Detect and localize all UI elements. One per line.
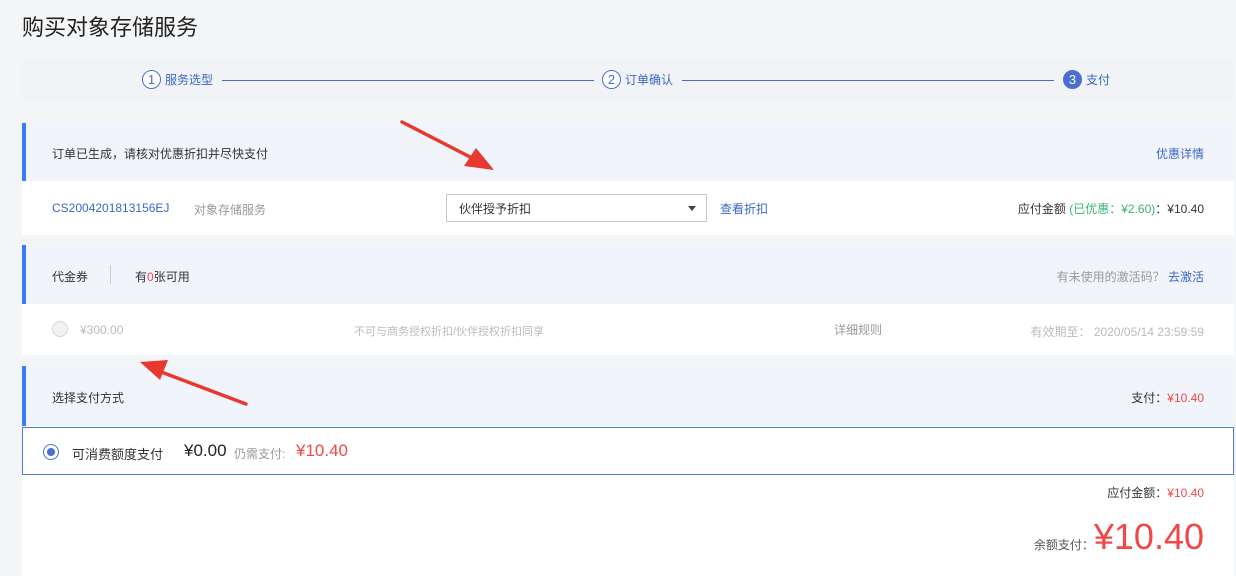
order-id-link[interactable]: CS2004201813156EJ: [52, 201, 169, 215]
summary-balance: 余额支付：¥10.40: [1033, 516, 1204, 557]
step-1: 1 服务选型: [142, 70, 213, 89]
payment-method-balance: ¥0.00: [184, 441, 227, 460]
step-3-label: 支付: [1086, 73, 1111, 87]
voucher-item: ¥300.00 不可与商务授权折扣/伙伴授权折扣同享 详细规则 有效期至： 20…: [22, 304, 1234, 355]
page-title: 购买对象存储服务: [22, 15, 199, 40]
discount-select-value: 伙伴授予折扣: [459, 201, 532, 216]
order-card-header: 订单已生成，请核对优惠折扣并尽快支付 优惠详情: [22, 123, 1234, 181]
balance-amount: ¥10.40: [1093, 516, 1204, 557]
view-discount-link[interactable]: 查看折扣: [720, 200, 768, 217]
step-3: 3 支付: [1063, 70, 1110, 89]
payment-method-radio[interactable]: [43, 444, 59, 460]
payment-card: 选择支付方式 支付：¥10.40 可消费额度支付 ¥0.00 仍需支付: ¥10…: [22, 366, 1234, 576]
step-connector-2: [682, 80, 1054, 81]
voucher-available: 有0张可用: [135, 270, 190, 284]
order-payable-amount: ¥10.40: [1167, 202, 1204, 216]
step-1-label: 服务选型: [165, 73, 214, 87]
voucher-desc: 不可与商务授权折扣/伙伴授权折扣同享: [354, 326, 545, 338]
activation-hint: 有未使用的激活码？ 去激活: [1056, 270, 1204, 284]
step-3-number: 3: [1063, 70, 1082, 89]
voucher-card: 代金券 有0张可用 有未使用的激活码？ 去激活 ¥300.00 不可与商务授权折…: [22, 245, 1234, 355]
activate-link[interactable]: 去激活: [1168, 270, 1204, 284]
discount-select[interactable]: 伙伴授予折扣: [446, 194, 707, 222]
voucher-expiry: 有效期至： 2020/05/14 23:59:59: [1030, 325, 1204, 339]
summary-payable: 应付金额：¥10.40: [1107, 486, 1204, 500]
voucher-radio[interactable]: [52, 321, 68, 337]
service-name: 对象存储服务: [194, 203, 267, 217]
step-1-number: 1: [142, 70, 161, 89]
payment-total: 支付：¥10.40: [1131, 391, 1204, 405]
discount-detail-link[interactable]: 优惠详情: [1156, 145, 1204, 162]
still-need-amount: ¥10.40: [296, 441, 348, 460]
order-card: 订单已生成，请核对优惠折扣并尽快支付 优惠详情 CS2004201813156E…: [22, 123, 1234, 235]
step-2-number: 2: [602, 70, 621, 89]
order-row: CS2004201813156EJ 对象存储服务 伙伴授予折扣 查看折扣 应付金…: [22, 181, 1234, 235]
divider: [110, 265, 111, 284]
chevron-down-icon: [688, 206, 696, 211]
payment-method-option[interactable]: 可消费额度支付 ¥0.00 仍需支付: ¥10.40: [22, 427, 1234, 475]
voucher-amount: ¥300.00: [80, 323, 124, 337]
voucher-card-header: 代金券 有0张可用 有未使用的激活码？ 去激活: [22, 245, 1234, 304]
still-need-label: 仍需支付:: [234, 447, 286, 461]
step-2-label: 订单确认: [625, 73, 674, 87]
step-2: 2 订单确认: [602, 70, 673, 89]
order-payable: 应付金额 (已优惠：¥2.60)：¥10.40: [1017, 202, 1204, 216]
payment-method-label: 可消费额度支付: [72, 447, 164, 462]
step-connector-1: [222, 80, 594, 81]
payment-card-header: 选择支付方式 支付：¥10.40: [22, 366, 1234, 426]
discount-info: (已优惠：¥2.60): [1069, 202, 1156, 216]
voucher-rules-link[interactable]: 详细规则: [834, 321, 882, 338]
order-payable-label: 应付金额: [1017, 202, 1066, 216]
step-indicator: 1 服务选型 2 订单确认 3 支付: [22, 60, 1234, 102]
payment-title: 选择支付方式: [52, 391, 125, 405]
order-notice: 订单已生成，请核对优惠折扣并尽快支付: [52, 147, 269, 161]
voucher-title: 代金券: [52, 270, 89, 284]
